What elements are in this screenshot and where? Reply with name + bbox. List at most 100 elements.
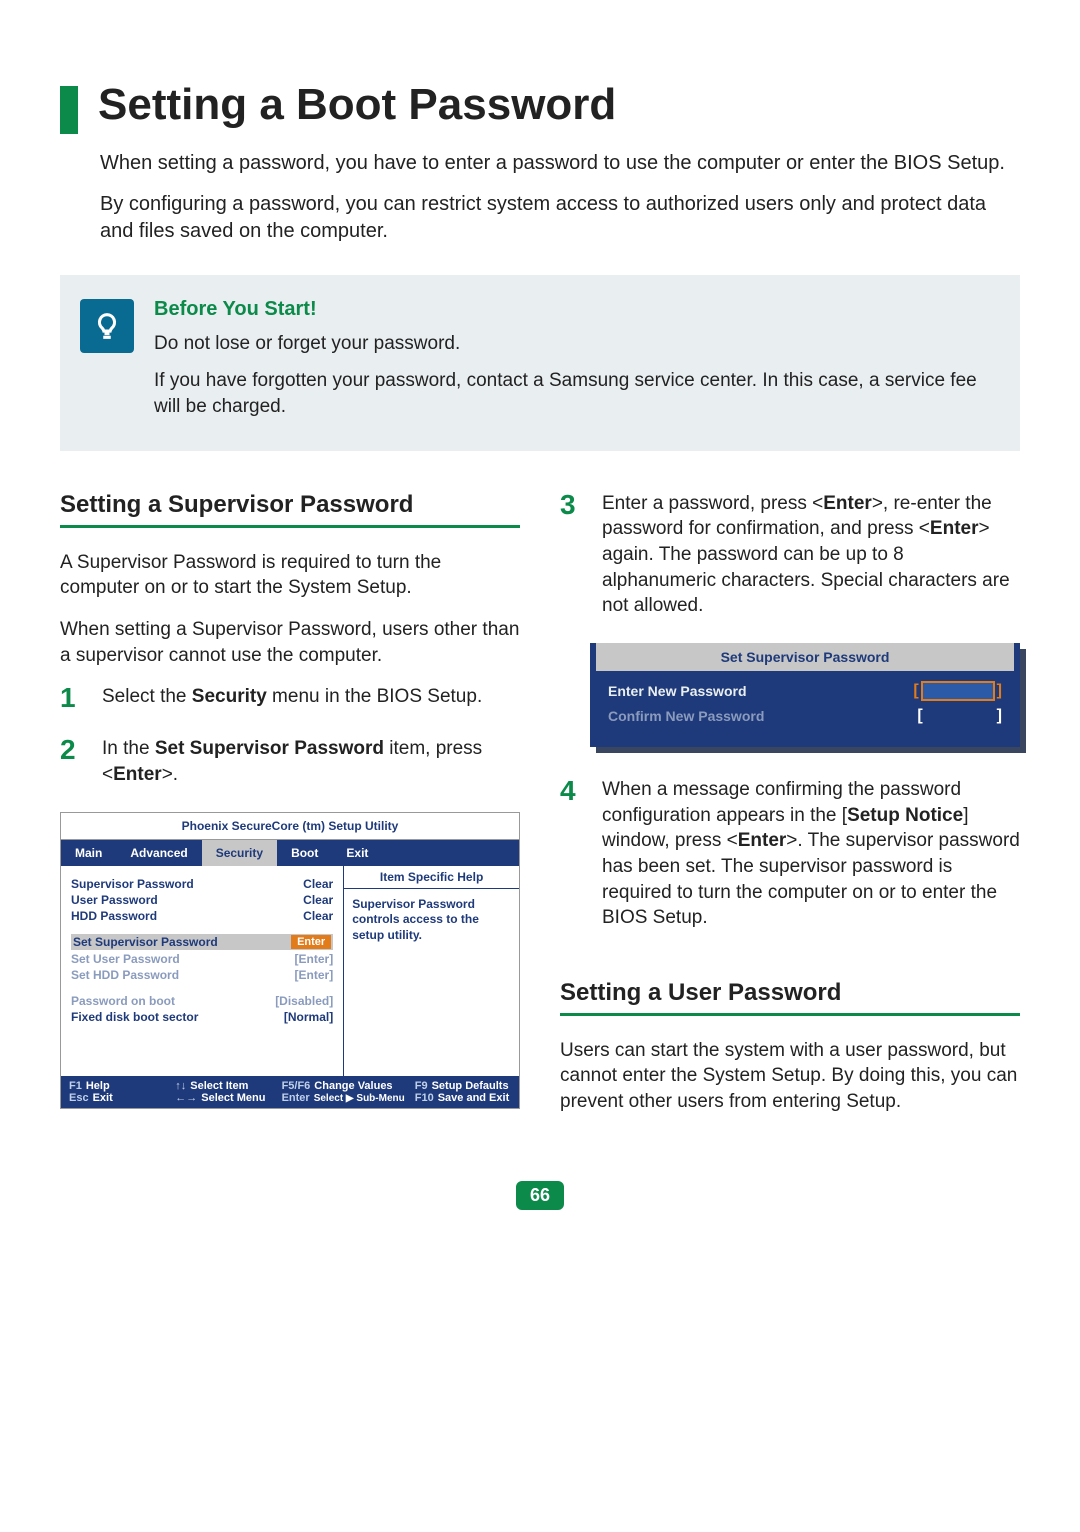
footer-col: F5/F6Change Values EnterSelect ▶ Sub-Men… [282, 1080, 405, 1104]
label: Enter New Password [608, 683, 747, 699]
bios-row: Supervisor PasswordClear [71, 876, 333, 892]
confirm-new-password-row: Confirm New Password [ ] [608, 707, 1002, 725]
bold: Enter [113, 764, 162, 785]
password-dialog-title: Set Supervisor Password [596, 643, 1014, 671]
user-password-para: Users can start the system with a user p… [560, 1038, 1020, 1115]
bold: Set Supervisor Password [155, 738, 384, 759]
bracket-icon: ] [997, 682, 1002, 700]
tip-box: Before You Start! Do not lose or forget … [60, 275, 1020, 451]
heading-rule [560, 1013, 1020, 1016]
key: Esc [69, 1092, 89, 1104]
text: Select the [102, 686, 192, 707]
bios-set-group: Set Supervisor Password Enter Set User P… [71, 934, 333, 983]
bios-tabs: Main Advanced Security Boot Exit [61, 840, 519, 866]
bios-utility-title: Phoenix SecureCore (tm) Setup Utility [61, 813, 519, 840]
bios-row-highlight: Set Supervisor Password Enter [71, 934, 333, 950]
step-3-body: Enter a password, press <Enter>, re-ente… [602, 491, 1020, 619]
step-4: 4 When a message confirming the password… [560, 777, 1020, 931]
bios-footer: F1Help EscExit ↑↓Select Item ←→Select Me… [61, 1076, 519, 1108]
step-3: 3 Enter a password, press <Enter>, re-en… [560, 491, 1020, 619]
bracket-icon: [ [917, 707, 922, 725]
action: Help [86, 1080, 110, 1092]
label: Password on boot [71, 994, 175, 1008]
step-1: 1 Select the Security menu in the BIOS S… [60, 684, 520, 712]
label: Set Supervisor Password [73, 935, 218, 949]
value: Clear [303, 877, 333, 891]
bold: Enter [823, 493, 872, 514]
step-1-body: Select the Security menu in the BIOS Set… [102, 684, 482, 712]
step-number-2: 2 [60, 736, 84, 787]
password-field: [ ] [917, 707, 1002, 725]
password-field-active: [ ] [913, 681, 1002, 701]
password-input [921, 681, 995, 701]
supervisor-para-2: When setting a Supervisor Password, user… [60, 617, 520, 668]
value: [Enter] [295, 952, 334, 966]
content-columns: Setting a Supervisor Password A Supervis… [60, 491, 1020, 1131]
bios-row: Fixed disk boot sector[Normal] [71, 1009, 333, 1025]
tip-heading: Before You Start! [154, 295, 1000, 323]
bold: Setup Notice [847, 805, 963, 826]
bios-help-title: Item Specific Help [344, 866, 519, 889]
page-title: Setting a Boot Password [98, 80, 616, 130]
spacer [560, 955, 1020, 979]
bios-screenshot: Phoenix SecureCore (tm) Setup Utility Ma… [60, 812, 520, 1109]
user-password-heading: Setting a User Password [560, 979, 1020, 1007]
bios-tab-advanced: Advanced [116, 840, 201, 866]
page-number-row: 66 [60, 1181, 1020, 1210]
text: In the [102, 738, 155, 759]
tip-line-2: If you have forgotten your password, con… [154, 368, 1000, 421]
value: Clear [303, 909, 333, 923]
tip-line-1: Do not lose or forget your password. [154, 331, 1000, 358]
action: Setup Defaults [432, 1080, 509, 1092]
value-chip: Enter [291, 935, 331, 949]
label: Set User Password [71, 952, 180, 966]
text: menu in the BIOS Setup. [267, 686, 482, 707]
key: F10 [415, 1092, 434, 1104]
tip-content: Before You Start! Do not lose or forget … [154, 295, 1000, 431]
password-dialog: Set Supervisor Password Enter New Passwo… [590, 643, 1020, 747]
label: User Password [71, 893, 158, 907]
intro-paragraph-2: By configuring a password, you can restr… [100, 191, 1020, 245]
action: Select Menu [201, 1092, 265, 1104]
label: HDD Password [71, 909, 157, 923]
bracket-icon: [ [913, 682, 918, 700]
bios-options-group: Password on boot[Disabled] Fixed disk bo… [71, 993, 333, 1025]
step-number-1: 1 [60, 684, 84, 712]
step-2: 2 In the Set Supervisor Password item, p… [60, 736, 520, 787]
enter-new-password-row: Enter New Password [ ] [608, 681, 1002, 701]
bios-tab-exit: Exit [332, 840, 382, 866]
text: Enter a password, press < [602, 493, 823, 514]
intro-paragraph-1: When setting a password, you have to ent… [100, 150, 1020, 177]
key: F5/F6 [282, 1080, 311, 1092]
key: F1 [69, 1080, 82, 1092]
value: [Enter] [295, 968, 334, 982]
bios-tab-boot: Boot [277, 840, 332, 866]
key: Enter [282, 1092, 310, 1104]
password-dialog-rows: Enter New Password [ ] Confirm New Passw… [590, 681, 1020, 747]
label: Confirm New Password [608, 708, 764, 724]
bios-row: HDD Password Clear [71, 908, 333, 924]
bios-body: Supervisor PasswordClear User Password Cl… [61, 866, 519, 1076]
bios-row: Set User Password [Enter] [71, 951, 333, 967]
bracket-icon: ] [997, 707, 1002, 725]
bios-row: Set HDD Password[Enter] [71, 967, 333, 983]
bios-left-pane: Supervisor PasswordClear User Password Cl… [61, 866, 344, 1076]
step-number-4: 4 [560, 777, 584, 931]
bios-status-group: Supervisor PasswordClear User Password Cl… [71, 876, 333, 924]
heading-rule [60, 525, 520, 528]
right-column: 3 Enter a password, press <Enter>, re-en… [560, 491, 1020, 1131]
bios-row: User Password Clear [71, 892, 333, 908]
bios-tab-security: Security [202, 840, 277, 866]
supervisor-para-1: A Supervisor Password is required to tur… [60, 550, 520, 601]
action: Exit [93, 1092, 113, 1104]
text: >. [162, 764, 178, 785]
key: F9 [415, 1080, 428, 1092]
bios-help-pane: Item Specific Help Supervisor Password c… [344, 866, 519, 1076]
title-row: Setting a Boot Password [60, 80, 1020, 134]
step-4-body: When a message confirming the password c… [602, 777, 1020, 931]
action: Save and Exit [438, 1092, 510, 1104]
value: Clear [303, 893, 333, 907]
heading-marker [60, 86, 78, 134]
value: [Normal] [284, 1010, 333, 1024]
bold: Enter [738, 830, 787, 851]
